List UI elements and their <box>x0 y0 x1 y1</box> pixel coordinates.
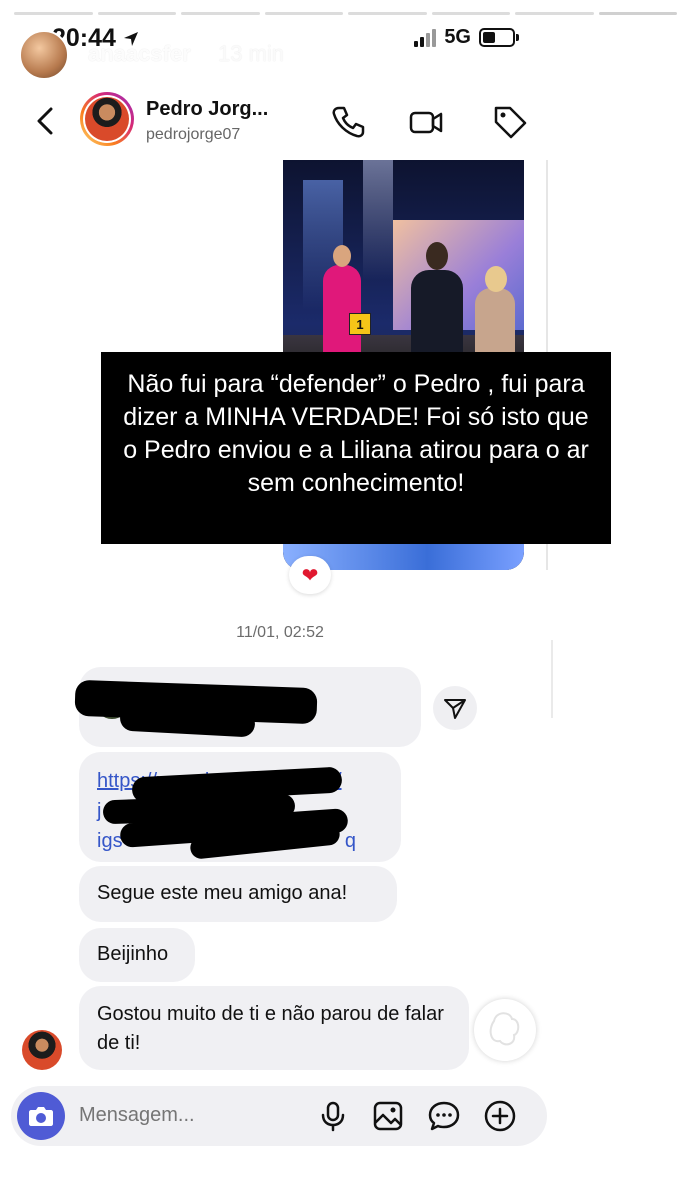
message-bubble[interactable]: Segue este meu amigo ana! <box>79 866 397 922</box>
dm-contact-name[interactable]: Pedro Jorg... <box>146 98 268 121</box>
signal-icon <box>414 28 437 47</box>
camera-button[interactable] <box>17 1092 65 1140</box>
progress-segment <box>431 12 510 15</box>
add-icon[interactable] <box>483 1099 517 1133</box>
back-chevron-icon[interactable] <box>34 106 56 136</box>
message-input[interactable] <box>79 1104 299 1127</box>
story-time-ago: 13 min <box>218 41 285 66</box>
camera-icon <box>29 1107 53 1126</box>
sender-avatar[interactable] <box>22 1030 62 1070</box>
dm-avatar[interactable] <box>80 92 134 146</box>
video-call-icon[interactable] <box>408 104 444 140</box>
progress-segment <box>14 12 93 15</box>
network-label: 5G <box>444 26 471 48</box>
message-composer <box>11 1086 547 1146</box>
story-username[interactable]: anaacsfer <box>88 41 191 67</box>
progress-segment <box>515 12 594 15</box>
progress-segment <box>264 12 343 15</box>
story-avatar[interactable] <box>19 30 69 80</box>
gallery-icon[interactable] <box>371 1099 405 1133</box>
more-options-icon[interactable]: ··· <box>584 34 615 66</box>
send-icon <box>444 699 466 719</box>
microphone-icon[interactable] <box>316 1099 350 1133</box>
reaction-button[interactable] <box>474 999 536 1061</box>
progress-segment <box>348 12 427 15</box>
sticker-icon <box>489 1012 520 1046</box>
progress-segment <box>97 12 176 15</box>
story-caption: Não fui para “defender” o Pedro , fui pa… <box>101 352 611 544</box>
progress-segment-current <box>598 12 677 15</box>
dm-header: Pedro Jorg... pedrojorge07 <box>0 84 560 162</box>
message-bubble[interactable]: Gostou muito de ti e não parou de falar … <box>79 986 469 1070</box>
heart-reaction-icon[interactable]: ❤ <box>289 556 331 594</box>
dm-contact-handle: pedrojorge07 <box>146 126 241 143</box>
phone-icon[interactable] <box>330 104 366 140</box>
share-button[interactable] <box>433 686 477 730</box>
message-bubble[interactable]: Beijinho <box>79 928 195 982</box>
number-badge: 1 <box>349 313 371 335</box>
close-icon[interactable] <box>643 36 677 70</box>
sticker-chat-icon[interactable] <box>427 1099 461 1133</box>
progress-segment <box>181 12 260 15</box>
battery-icon <box>479 28 519 47</box>
divider <box>551 640 553 718</box>
story-progress <box>14 12 677 15</box>
message-timestamp: 11/01, 02:52 <box>236 624 324 641</box>
tag-icon[interactable] <box>492 104 528 140</box>
status-indicators: 5G <box>414 26 519 49</box>
